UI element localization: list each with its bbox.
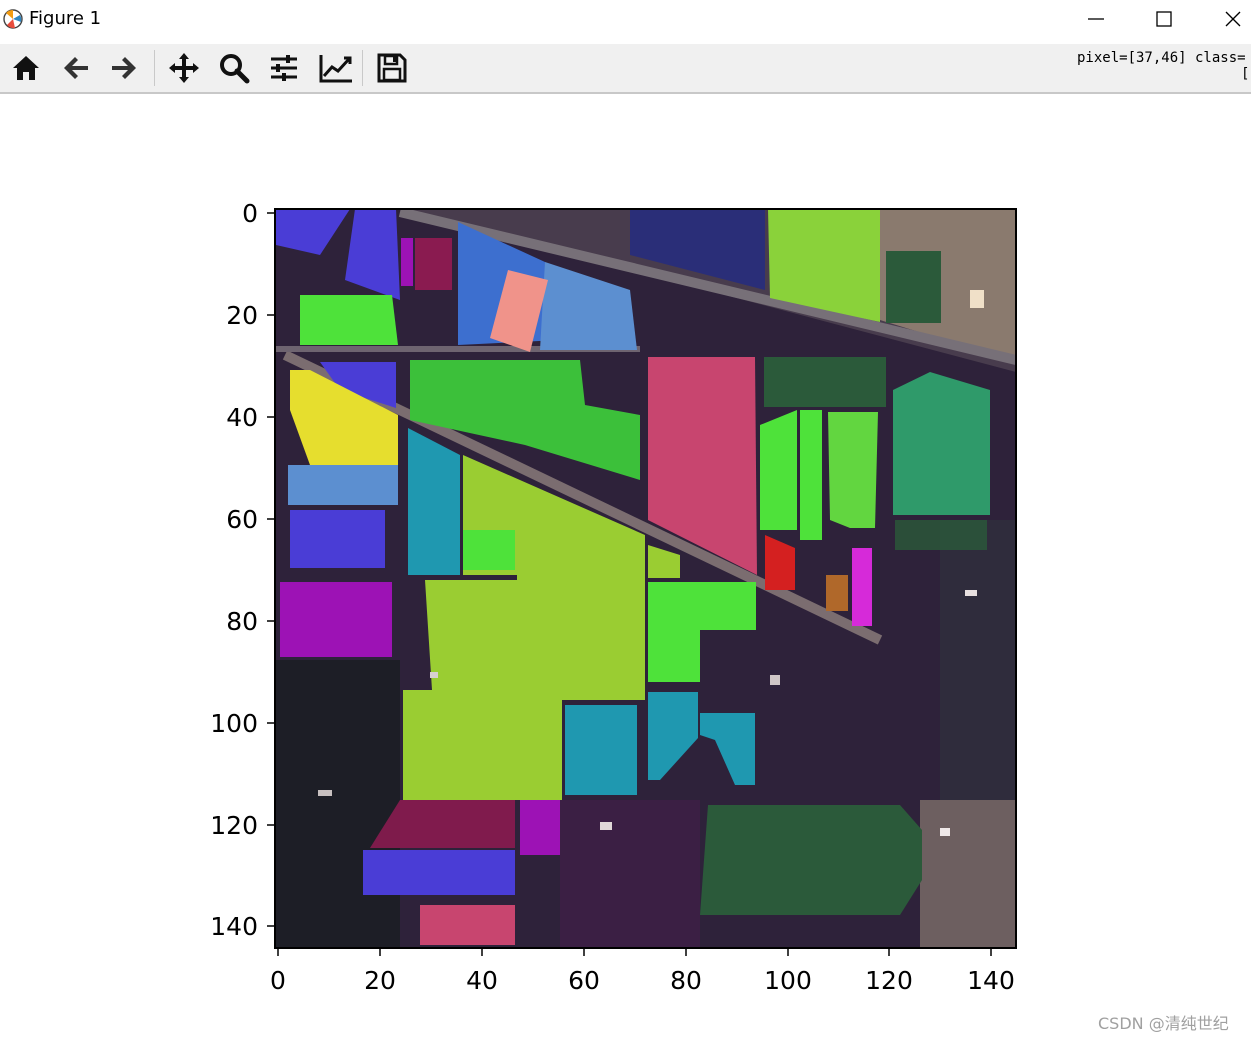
y-axis: 0 20 40 60 80 100 120 140 — [210, 199, 275, 941]
y-tick-label: 140 — [210, 912, 258, 941]
y-tick-label: 60 — [226, 505, 258, 534]
image-axes[interactable]: 0 20 40 60 80 100 120 140 0 20 40 60 80 … — [210, 199, 1017, 995]
x-tick-label: 100 — [764, 966, 812, 995]
figure-canvas: 0 20 40 60 80 100 120 140 0 20 40 60 80 … — [210, 199, 1017, 995]
x-tick-label: 40 — [466, 966, 498, 995]
x-axis: 0 20 40 60 80 100 120 140 — [270, 948, 1015, 995]
x-tick-label: 140 — [967, 966, 1015, 995]
y-tick-label: 40 — [226, 403, 258, 432]
x-tick-label: 60 — [568, 966, 600, 995]
y-tick-label: 0 — [242, 199, 258, 228]
y-tick-label: 120 — [210, 811, 258, 840]
y-tick-label: 20 — [226, 301, 258, 330]
x-tick-label: 120 — [865, 966, 913, 995]
y-tick-label: 80 — [226, 607, 258, 636]
x-tick-label: 20 — [364, 966, 396, 995]
classification-image — [275, 209, 1016, 948]
watermark: CSDN @清纯世纪 — [1098, 1014, 1229, 1033]
x-tick-label: 0 — [270, 966, 286, 995]
x-tick-label: 80 — [670, 966, 702, 995]
y-tick-label: 100 — [210, 709, 258, 738]
